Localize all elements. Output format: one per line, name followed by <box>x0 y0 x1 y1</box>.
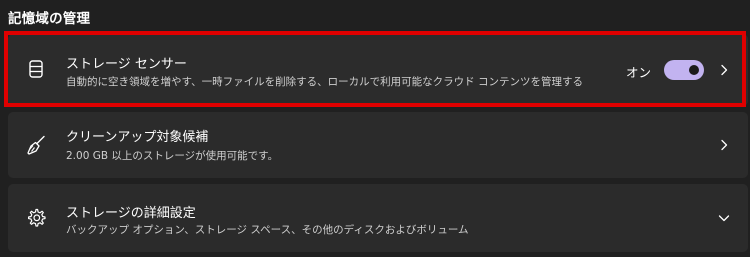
cleanup-recommendations-description: 2.00 GB 以上のストレージが使用可能です。 <box>66 150 279 162</box>
storage-sense-description: 自動的に空き領域を増やす、一時ファイルを削除する、ローカルで利用可能なクラウド … <box>66 76 583 88</box>
toggle-knob <box>689 65 699 75</box>
chevron-right-icon[interactable] <box>718 139 730 151</box>
advanced-storage-settings-title: ストレージの詳細設定 <box>66 206 196 221</box>
chevron-down-icon[interactable] <box>718 212 730 224</box>
storage-sense-card[interactable]: ストレージ センサー 自動的に空き領域を増やす、一時ファイルを削除する、ローカル… <box>8 34 748 106</box>
chevron-right-icon[interactable] <box>718 64 730 76</box>
gear-icon <box>28 208 46 227</box>
advanced-storage-settings-card[interactable]: ストレージの詳細設定 バックアップ オプション、ストレージ スペース、その他のデ… <box>8 184 748 252</box>
section-title: 記憶域の管理 <box>8 11 91 27</box>
storage-sense-title: ストレージ センサー <box>66 57 187 72</box>
broom-icon <box>27 135 45 155</box>
storage-sense-toggle-label: オン <box>625 65 651 80</box>
advanced-storage-settings-description: バックアップ オプション、ストレージ スペース、その他のディスクおよびボリューム <box>66 224 469 236</box>
cleanup-recommendations-title: クリーンアップ対象候補 <box>66 130 209 145</box>
cleanup-recommendations-card[interactable]: クリーンアップ対象候補 2.00 GB 以上のストレージが使用可能です。 <box>8 112 748 178</box>
storage-drive-icon <box>29 60 43 78</box>
storage-sense-toggle[interactable] <box>664 60 704 80</box>
